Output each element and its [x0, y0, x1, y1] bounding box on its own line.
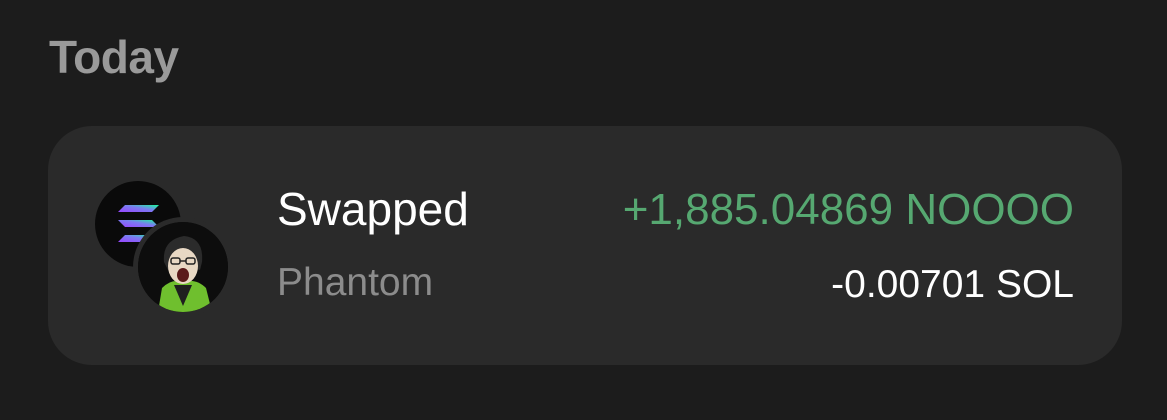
nooooo-token-icon	[133, 217, 233, 317]
activity-item-swap[interactable]: Swapped Phantom +1,885.04869 NOOOO -0.00…	[48, 126, 1122, 365]
activity-subtitle: Phantom	[277, 261, 434, 304]
activity-icon-stack	[95, 181, 235, 317]
activity-title: Swapped	[277, 183, 469, 235]
section-title-today: Today	[49, 31, 179, 83]
amount-sent: -0.00701 SOL	[831, 263, 1074, 306]
amount-received: +1,885.04869 NOOOO	[622, 185, 1074, 234]
page: Today Swapped Phantom +1,885.04869 NOOOO…	[0, 0, 1167, 420]
